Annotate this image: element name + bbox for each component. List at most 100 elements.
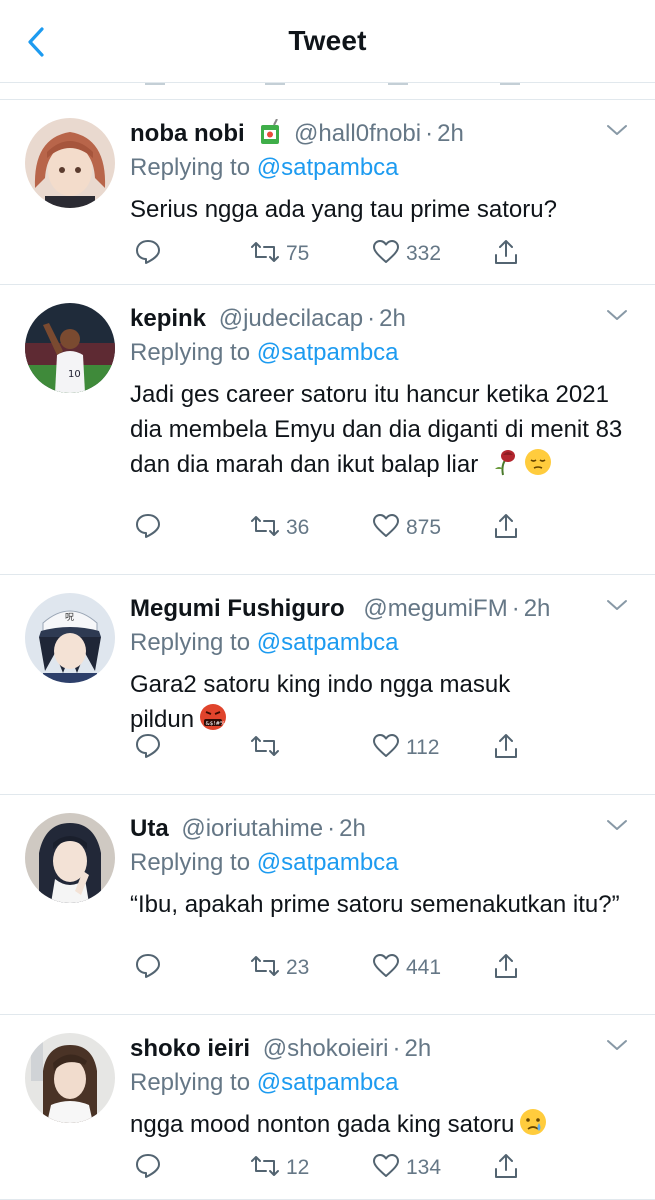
share-icon — [492, 952, 520, 985]
svg-text:10: 10 — [68, 369, 81, 380]
heart-icon — [372, 952, 400, 985]
avatar[interactable] — [25, 1033, 115, 1123]
retweet-icon — [250, 1152, 280, 1185]
share-icon — [492, 732, 520, 765]
retweet-button[interactable]: 36 — [250, 511, 309, 545]
tweet-item[interactable]: 10 kepink @judecilacap · 2h Replying to @s… — [0, 285, 655, 575]
tweet-item[interactable]: shoko ieiri @shokoieiri · 2h Replying to @… — [0, 1015, 655, 1200]
chevron-down-icon[interactable] — [605, 307, 629, 323]
tweet-actions: 75 332 — [130, 237, 530, 271]
retweet-icon — [250, 238, 280, 271]
like-button[interactable]: 134 — [372, 1151, 441, 1185]
like-button[interactable]: 441 — [372, 951, 441, 985]
chevron-down-icon[interactable] — [605, 597, 629, 613]
heart-icon — [372, 1152, 400, 1185]
reply-button[interactable] — [134, 511, 162, 545]
like-count: 875 — [406, 516, 442, 539]
previous-tweet-edge — [0, 83, 655, 100]
retweet-button[interactable]: 23 — [250, 951, 309, 985]
share-button[interactable] — [492, 731, 520, 765]
reply-icon — [134, 732, 162, 765]
wilted-flower-emoji — [489, 447, 519, 487]
timestamp: 2h — [404, 1035, 432, 1062]
avatar[interactable] — [25, 118, 115, 208]
user-handle[interactable]: @judecilacap — [219, 305, 363, 332]
chevron-down-icon[interactable] — [605, 1037, 629, 1053]
user-handle[interactable]: @shokoieiri — [263, 1035, 389, 1062]
tweet-actions: 112 — [130, 731, 530, 765]
share-icon — [492, 1152, 520, 1185]
share-button[interactable] — [492, 1151, 520, 1185]
separator-dot: · — [511, 595, 520, 622]
user-handle[interactable]: @megumiFM — [363, 595, 507, 622]
like-count: 134 — [406, 1156, 442, 1179]
like-button[interactable]: 875 — [372, 511, 441, 545]
reply-button[interactable] — [134, 951, 162, 985]
timestamp: 2h — [437, 120, 464, 147]
tweet-text: ngga mood nonton gada king satoru — [130, 1107, 630, 1147]
mention-link[interactable]: @satpambca — [257, 849, 399, 876]
reply-icon — [134, 512, 162, 545]
replying-to-label: Replying to — [130, 849, 251, 876]
reply-button[interactable] — [134, 731, 162, 765]
like-count: 441 — [406, 956, 442, 979]
tweet-text-content: Gara2 satoru king indo ngga masuk pildun — [130, 671, 511, 733]
tweet-header: Uta @ioriutahime · 2h — [130, 813, 595, 845]
display-name[interactable]: noba nobi — [130, 120, 245, 147]
avatar[interactable] — [25, 813, 115, 903]
tweet-text: Serius ngga ada yang tau prime satoru? — [130, 192, 630, 227]
display-name[interactable]: Uta — [130, 815, 169, 842]
tweet-actions: 23 441 — [130, 951, 530, 985]
retweet-icon — [265, 77, 285, 85]
display-name[interactable]: kepink — [130, 305, 206, 332]
page-title: Tweet — [288, 25, 367, 56]
tweet-header: kepink @judecilacap · 2h — [130, 303, 595, 335]
like-button[interactable]: 112 — [372, 731, 439, 765]
retweet-button[interactable] — [250, 731, 286, 765]
avatar[interactable]: 10 — [25, 303, 115, 393]
timestamp: 2h — [339, 815, 366, 842]
share-button[interactable] — [492, 951, 520, 985]
retweet-button[interactable]: 75 — [250, 237, 309, 271]
timestamp: 2h — [523, 595, 551, 622]
user-handle[interactable]: @hall0fnobi — [294, 120, 421, 147]
mention-link[interactable]: @satpambca — [257, 1069, 399, 1096]
reply-button[interactable] — [134, 237, 162, 271]
mention-link[interactable]: @satpambca — [257, 339, 399, 366]
heart-icon — [372, 732, 400, 765]
reply-icon — [145, 77, 165, 85]
display-name[interactable]: Megumi Fushiguro — [130, 595, 345, 622]
tweet-item[interactable]: noba nobi @hall0fnobi · 2h Replying to @sa… — [0, 100, 655, 285]
svg-text:呪: 呪 — [65, 612, 74, 623]
retweet-count: 12 — [286, 1156, 310, 1179]
separator-dot: · — [327, 815, 336, 842]
share-button[interactable] — [492, 511, 520, 545]
display-name[interactable]: shoko ieiri — [130, 1035, 250, 1062]
replying-to: Replying to @satpambca — [130, 1067, 399, 1099]
chevron-down-icon[interactable] — [605, 817, 629, 833]
svg-text:&$!#%: &$!#% — [206, 721, 226, 727]
crying-face-emoji — [518, 1107, 548, 1147]
mention-link[interactable]: @satpambca — [257, 154, 399, 181]
replying-to-label: Replying to — [130, 1069, 251, 1096]
tweet-item[interactable]: 呪 Megumi Fushiguro @megumiFM · 2h Replying… — [0, 575, 655, 795]
user-handle[interactable]: @ioriutahime — [181, 815, 323, 842]
heart-icon — [372, 238, 400, 271]
share-button[interactable] — [492, 237, 520, 271]
pensive-face-emoji — [523, 447, 553, 487]
separator-dot: · — [425, 120, 434, 147]
replying-to: Replying to @satpambca — [130, 152, 399, 184]
reply-button[interactable] — [134, 1151, 162, 1185]
separator-dot: · — [392, 1035, 401, 1062]
chevron-down-icon[interactable] — [605, 122, 629, 138]
retweet-button[interactable]: 12 — [250, 1151, 309, 1185]
like-button[interactable]: 332 — [372, 237, 441, 271]
tweet-item[interactable]: Uta @ioriutahime · 2h Replying to @satpamb… — [0, 795, 655, 1015]
tweet-text: “Ibu, apakah prime satoru semenakutkan i… — [130, 887, 630, 922]
tweet-text-content: “Ibu, apakah prime satoru semenakutkan i… — [130, 891, 620, 918]
avatar[interactable]: 呪 — [25, 593, 115, 683]
tweet-actions: 12 134 — [130, 1151, 530, 1185]
tweet-text-content: ngga mood nonton gada king satoru — [130, 1111, 515, 1138]
retweet-icon — [250, 952, 280, 985]
mention-link[interactable]: @satpambca — [257, 629, 399, 656]
